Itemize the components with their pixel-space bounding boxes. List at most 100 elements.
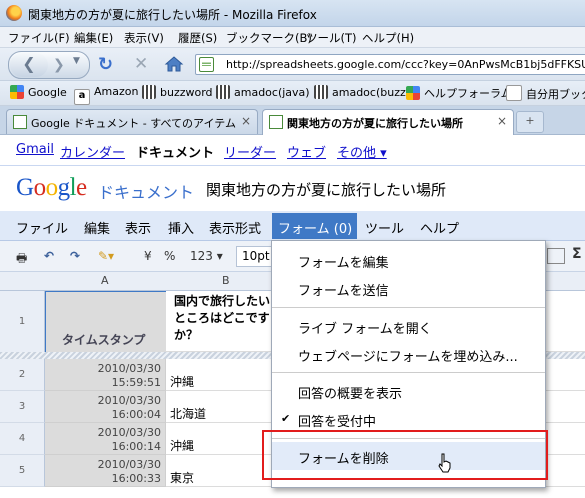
table-row-cell-timestamp[interactable]: 2010/03/30 15:59:51: [45, 359, 166, 391]
sum-button[interactable]: Σ: [572, 246, 582, 262]
gbar-gmail[interactable]: Gmail: [16, 142, 54, 157]
history-dropdown-icon[interactable]: ▼: [73, 56, 80, 66]
logo-docs-label: ドキュメント: [98, 183, 195, 202]
logo-row: Google ドキュメント 関東地方の方が夏に旅行したい場所: [0, 166, 585, 210]
bookmark-icon: [142, 85, 156, 99]
column-header-a[interactable]: A: [101, 274, 109, 287]
number-format-button[interactable]: 123 ▾: [190, 249, 223, 263]
bookmark-amazon[interactable]: a Amazon: [74, 85, 138, 105]
menu-separator: [272, 372, 545, 373]
highlight-box: [262, 430, 548, 480]
currency-button[interactable]: ¥: [144, 249, 152, 263]
bookmark-icon: [216, 85, 230, 99]
app-menu-file[interactable]: ファイル: [16, 218, 68, 237]
forward-button[interactable]: ❯: [53, 55, 71, 75]
menu-file[interactable]: ファイル(F): [8, 30, 70, 46]
google-logo[interactable]: Google: [16, 174, 87, 202]
bookmark-personal[interactable]: 自分用ブック: [506, 85, 585, 101]
url-text: http://spreadsheets.google.com/ccc?key=0…: [226, 58, 585, 71]
header-cell-timestamp[interactable]: タイムスタンプ: [45, 291, 167, 353]
app-menu-help[interactable]: ヘルプ: [420, 218, 459, 237]
gbar-docs: ドキュメント: [136, 146, 215, 161]
menu-help[interactable]: ヘルプ(H): [362, 30, 414, 46]
bookmark-icon: [314, 85, 328, 99]
table-row-cell-pref[interactable]: 沖縄: [166, 359, 287, 391]
tab-strip: Google ドキュメント - すべてのアイテム × 関東地方の方が夏に旅行した…: [0, 106, 585, 135]
bookmark-amadoc-java[interactable]: amadoc(java): [216, 85, 310, 101]
redo-icon[interactable]: ↷: [70, 249, 80, 263]
app-menu-tools[interactable]: ツール: [365, 218, 404, 237]
app-menu-edit[interactable]: 編集: [84, 218, 110, 237]
row-header[interactable]: 3: [0, 391, 45, 423]
column-header-b[interactable]: B: [222, 274, 230, 287]
menu-item-summary[interactable]: 回答の概要を表示: [272, 377, 545, 405]
reload-icon[interactable]: ↻: [98, 54, 113, 75]
close-tab-icon[interactable]: ×: [241, 114, 251, 128]
menu-item-accepting[interactable]: ✔ 回答を受付中: [272, 405, 545, 433]
menu-separator: [272, 307, 545, 308]
wrap-text-icon[interactable]: [547, 248, 565, 264]
header-cell-question[interactable]: 国内で旅行したい ところはどこです か？: [166, 291, 287, 352]
row-header[interactable]: 2: [0, 359, 45, 391]
checkmark-icon: ✔: [281, 412, 291, 425]
app-menu-view[interactable]: 表示: [125, 218, 151, 237]
home-icon[interactable]: [164, 54, 184, 74]
window-titlebar: 関東地方の方が夏に旅行したい場所 - Mozilla Firefox: [0, 0, 585, 27]
url-bar[interactable]: http://spreadsheets.google.com/ccc?key=0…: [195, 54, 585, 75]
table-row-cell-timestamp[interactable]: 2010/03/30 16:00:04: [45, 391, 166, 423]
bookmark-help-forum[interactable]: ヘルプフォーラム: [406, 85, 512, 101]
gbar-web[interactable]: ウェブ: [287, 142, 326, 161]
app-menu-insert[interactable]: 挿入: [168, 218, 194, 237]
google-icon: [406, 86, 420, 100]
gbar-reader[interactable]: リーダー: [224, 142, 276, 161]
menu-item-live-form[interactable]: ライブ フォームを開く: [272, 312, 545, 340]
tab-google-docs-all[interactable]: Google ドキュメント - すべてのアイテム ×: [6, 109, 258, 134]
back-forward-group: ❮ ❯ ▼: [8, 51, 90, 79]
percent-button[interactable]: %: [164, 249, 175, 263]
menu-item-embed-form[interactable]: ウェブページにフォームを埋め込み...: [272, 340, 545, 368]
row-header[interactable]: 4: [0, 423, 45, 455]
firefox-logo-icon: [6, 5, 22, 21]
print-icon[interactable]: 🖶: [16, 249, 27, 270]
app-menu-form[interactable]: フォーム (0): [272, 213, 357, 239]
window-title: 関東地方の方が夏に旅行したい場所 - Mozilla Firefox: [28, 8, 317, 22]
spreadsheet-favicon-icon: [269, 115, 283, 129]
app-menu-format[interactable]: 表示形式: [209, 218, 261, 237]
menu-item-edit-form[interactable]: フォームを編集: [272, 246, 545, 274]
table-row-cell-timestamp[interactable]: 2010/03/30 16:00:14: [45, 423, 166, 455]
stop-icon[interactable]: ✕: [134, 54, 148, 74]
menu-history[interactable]: 履歴(S): [178, 30, 217, 46]
page-icon: [506, 85, 522, 101]
new-tab-button[interactable]: +: [516, 111, 544, 133]
menu-view[interactable]: 表示(V): [124, 30, 164, 46]
bookmark-buzzword[interactable]: buzzword: [142, 85, 213, 101]
google-icon: [10, 85, 24, 99]
bookmark-google[interactable]: Google: [10, 85, 67, 101]
row-header[interactable]: 1: [0, 291, 45, 353]
spreadsheet-favicon-icon: [199, 57, 214, 72]
menu-item-send-form[interactable]: フォームを送信: [272, 274, 545, 302]
back-button[interactable]: ❮: [10, 53, 48, 77]
table-row-cell-pref[interactable]: 北海道: [166, 391, 287, 423]
amazon-icon: a: [74, 89, 90, 105]
undo-icon[interactable]: ↶: [44, 249, 54, 263]
menu-tools[interactable]: ツール(T): [306, 30, 357, 46]
gbar-calendar[interactable]: カレンダー: [60, 142, 125, 161]
menu-bookmarks[interactable]: ブックマーク(B): [226, 30, 312, 46]
bookmarks-toolbar: Google a Amazon buzzword amadoc(java) ama…: [0, 81, 585, 106]
docs-favicon-icon: [13, 115, 27, 129]
row-header[interactable]: 5: [0, 455, 45, 487]
paint-format-icon[interactable]: ✎▾: [98, 249, 114, 263]
gbar-more[interactable]: その他 ▾: [337, 142, 387, 161]
app-menubar: ファイル 編集 表示 挿入 表示形式 フォーム (0) ツール ヘルプ: [0, 211, 585, 241]
menu-edit[interactable]: 編集(E): [74, 30, 113, 46]
mouse-cursor-icon: [438, 453, 451, 473]
bookmark-amadoc-buzz[interactable]: amadoc(buzz): [314, 85, 410, 101]
document-title[interactable]: 関東地方の方が夏に旅行したい場所: [206, 179, 446, 200]
table-row-cell-timestamp[interactable]: 2010/03/30 16:00:33: [45, 455, 166, 487]
google-bar: Gmail カレンダー ドキュメント リーダー ウェブ その他 ▾: [0, 135, 585, 166]
browser-menubar: ファイル(F) 編集(E) 表示(V) 履歴(S) ブックマーク(B) ツール(…: [0, 27, 585, 48]
tab-current-spreadsheet[interactable]: 関東地方の方が夏に旅行したい場所 ×: [262, 109, 514, 135]
navigation-toolbar: ❮ ❯ ▼ ↻ ✕ http://spreadsheets.google.com…: [0, 48, 585, 81]
close-tab-icon[interactable]: ×: [497, 114, 507, 128]
